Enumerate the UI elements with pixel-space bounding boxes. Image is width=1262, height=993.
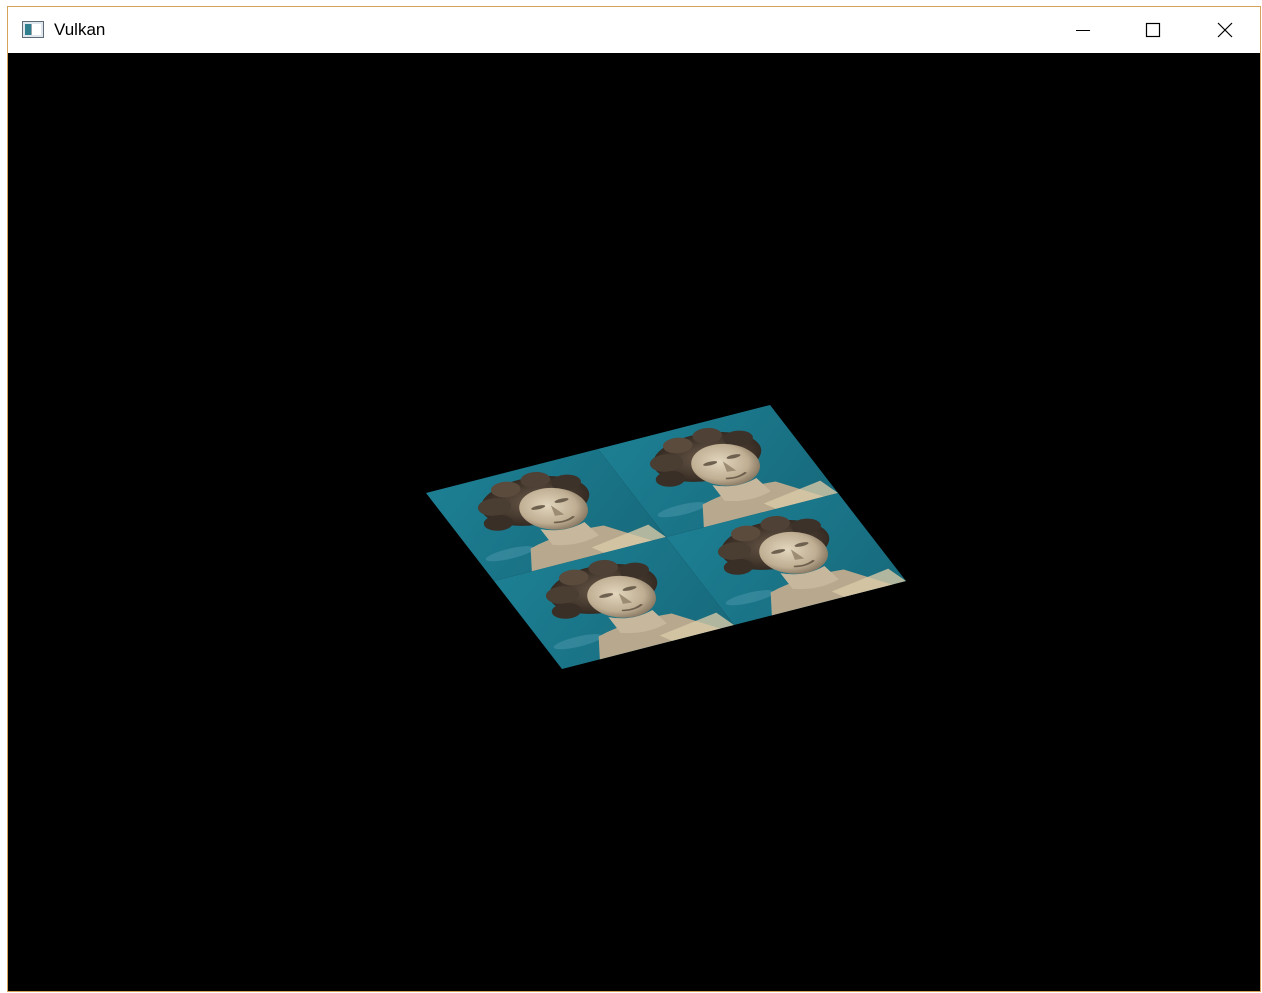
- textured-quad: [424, 403, 908, 671]
- rendered-scene: [424, 403, 908, 671]
- minimize-button[interactable]: [1048, 7, 1118, 53]
- title-bar[interactable]: Vulkan: [8, 7, 1260, 53]
- close-button[interactable]: [1190, 7, 1260, 53]
- maximize-button[interactable]: [1118, 7, 1188, 53]
- maximize-icon: [1145, 22, 1161, 38]
- minimize-icon: [1076, 30, 1090, 31]
- window-title: Vulkan: [54, 20, 106, 39]
- render-viewport[interactable]: [8, 53, 1260, 991]
- app-window-icon: [22, 21, 44, 38]
- app-window: Vulkan: [7, 6, 1261, 992]
- close-icon: [1217, 22, 1233, 38]
